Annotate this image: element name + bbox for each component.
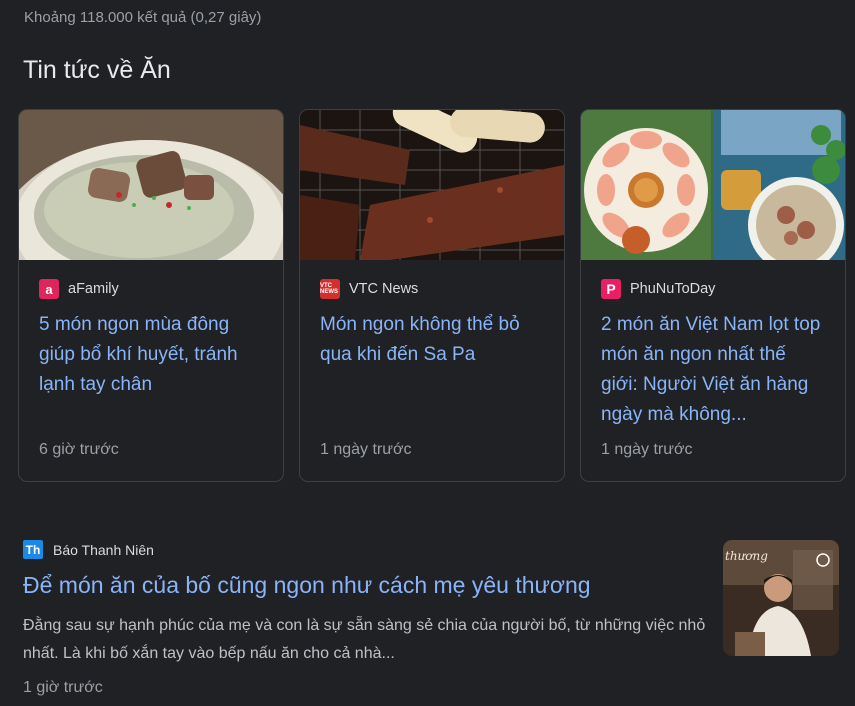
article-title-link[interactable]: Để món ăn của bố cũng ngon như cách mẹ y… [23, 572, 713, 599]
card-time: 6 giờ trước [39, 441, 119, 458]
thanh-nien-logo-icon: Th [23, 540, 43, 559]
article-thumbnail[interactable]: thương [723, 540, 839, 656]
news-carousel: a aFamily 5 món ngon mùa đông giúp bổ kh… [18, 109, 846, 482]
card-time: 1 ngày trước [601, 441, 693, 458]
card-source: a aFamily [39, 279, 119, 299]
card-headline[interactable]: 2 món ăn Việt Nam lọt top món ăn ngon nh… [601, 310, 826, 430]
article-time: 1 giờ trước [23, 679, 103, 696]
news-card[interactable]: VTC NEWS VTC News Món ngon không thể bỏ … [299, 109, 565, 482]
card-source: P PhuNuToDay [601, 279, 715, 299]
source-name: PhuNuToDay [630, 281, 716, 297]
vtc-news-logo-icon: VTC NEWS [320, 279, 340, 299]
afamily-logo-icon: a [39, 279, 59, 299]
news-card[interactable]: a aFamily 5 món ngon mùa đông giúp bổ kh… [18, 109, 284, 482]
source-name: aFamily [68, 281, 119, 297]
news-card[interactable]: P PhuNuToDay 2 món ăn Việt Nam lọt top m… [580, 109, 846, 482]
card-time: 1 ngày trước [320, 441, 412, 458]
article-snippet: Đằng sau sự hạnh phúc của mẹ và con là s… [23, 617, 706, 662]
phunutoday-logo-icon: P [601, 279, 621, 299]
source-name: Báo Thanh Niên [53, 541, 154, 558]
section-title: Tin tức về Ăn [23, 56, 171, 84]
grilled-meat-thumbnail[interactable] [300, 110, 564, 260]
thumbnail-caption: thương [725, 549, 768, 563]
soup-bowl-thumbnail[interactable] [19, 110, 283, 260]
card-source: VTC NEWS VTC News [320, 279, 418, 299]
card-headline[interactable]: 5 món ngon mùa đông giúp bổ khí huyết, t… [39, 310, 264, 400]
card-headline[interactable]: Món ngon không thể bỏ qua khi đến Sa Pa [320, 310, 545, 370]
spring-rolls-pho-thumbnail[interactable] [581, 110, 845, 260]
news-article-result: Th Báo Thanh Niên Để món ăn của bố cũng … [23, 540, 713, 697]
results-stats: Khoảng 118.000 kết quả (0,27 giây) [24, 9, 262, 26]
article-source: Th Báo Thanh Niên [23, 540, 713, 559]
source-name: VTC News [349, 281, 419, 297]
